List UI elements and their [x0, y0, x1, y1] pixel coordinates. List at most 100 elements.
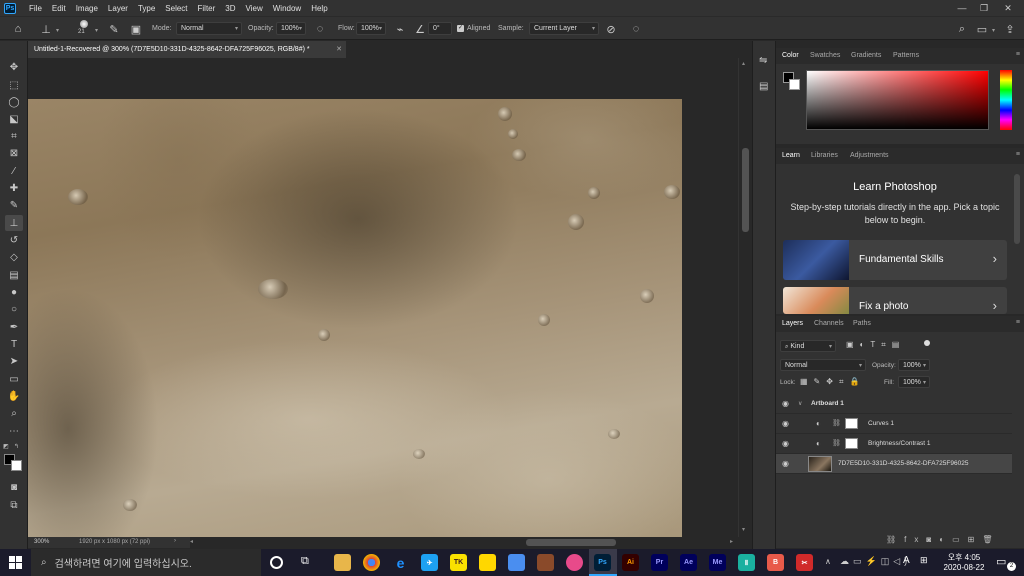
- photoshop-logo-icon[interactable]: Ps: [4, 2, 16, 14]
- app-icon[interactable]: ✂: [796, 554, 813, 571]
- share-icon[interactable]: ⇪: [1002, 21, 1018, 37]
- lasso-tool-icon[interactable]: ◯: [5, 94, 23, 110]
- windows-start-icon[interactable]: [9, 556, 22, 569]
- more-tools-icon[interactable]: ⋯: [5, 423, 23, 439]
- aligned-checkbox[interactable]: ✓: [457, 25, 464, 32]
- home-icon[interactable]: ⌂: [10, 21, 26, 37]
- after-effects-app-icon[interactable]: Ae: [680, 554, 697, 571]
- chrome-icon[interactable]: [363, 554, 380, 571]
- pen-tool-icon[interactable]: ✒: [5, 319, 23, 335]
- healing-brush-tool-icon[interactable]: ✚: [5, 180, 23, 196]
- pressure-size-icon[interactable]: ◌: [628, 21, 644, 37]
- clone-source-icon[interactable]: ▣: [128, 21, 144, 37]
- clone-source-panel-icon[interactable]: ⇋: [759, 55, 767, 66]
- kakaotalk-icon[interactable]: TK: [450, 554, 467, 571]
- sticky-notes-icon[interactable]: [479, 554, 496, 571]
- add-mask-icon[interactable]: ◙: [926, 535, 939, 544]
- tab-color[interactable]: Color: [782, 52, 799, 59]
- blur-tool-icon[interactable]: ●: [5, 284, 23, 300]
- close-icon[interactable]: ✕: [998, 0, 1018, 16]
- background-color-swatch[interactable]: [11, 460, 22, 471]
- tab-swatches[interactable]: Swatches: [810, 52, 840, 59]
- background-color-chip[interactable]: [789, 79, 800, 90]
- default-colors-icon[interactable]: ◩: [3, 443, 9, 450]
- workspace-icon[interactable]: ▭: [974, 21, 990, 37]
- layer-row-curves[interactable]: ◉ ◐ ⛓ Curves 1: [776, 414, 1012, 434]
- app-icon[interactable]: [537, 554, 554, 571]
- flow-field[interactable]: 100% ▾: [356, 22, 386, 35]
- pressure-opacity-icon[interactable]: ◌: [312, 21, 328, 37]
- tab-adjustments[interactable]: Adjustments: [850, 152, 889, 159]
- gradient-tool-icon[interactable]: ▤: [5, 267, 23, 283]
- menu-select[interactable]: Select: [160, 4, 192, 13]
- tab-layers[interactable]: Layers: [782, 320, 803, 327]
- scroll-right-icon[interactable]: ▸: [730, 538, 733, 545]
- menu-filter[interactable]: Filter: [193, 4, 221, 13]
- zoom-level[interactable]: 300%: [34, 539, 49, 545]
- app-icon[interactable]: Ⅱ: [738, 554, 755, 571]
- keyboard-icon[interactable]: ⊞: [920, 555, 928, 566]
- taskbar-search-box[interactable]: ⌕ 검색하려면 여기에 입력하십시오.: [31, 549, 261, 576]
- layer-row-image[interactable]: ◉ 7D7E5D10-331D-4325-8642-DFA725F96025: [776, 454, 1012, 474]
- layer-row-brightness-contrast[interactable]: ◉ ◐ ⛓ Brightness/Contrast 1: [776, 434, 1012, 454]
- task-view-icon[interactable]: ⧉: [301, 555, 309, 568]
- show-hidden-icons[interactable]: ∧: [825, 557, 831, 566]
- tab-paths[interactable]: Paths: [853, 320, 871, 327]
- airbrush-icon[interactable]: ⌁: [392, 21, 408, 37]
- link-layers-icon[interactable]: ⛓: [886, 535, 904, 544]
- vertical-scrollbar[interactable]: ▴ ▾: [738, 58, 752, 537]
- notification-icon[interactable]: ▭: [996, 555, 1006, 568]
- brush-size-picker[interactable]: 21: [76, 20, 92, 36]
- learn-card-fundamental-skills[interactable]: Fundamental Skills ›: [783, 240, 1007, 280]
- layer-mask-thumbnail[interactable]: [845, 418, 858, 429]
- moon-image[interactable]: [28, 99, 682, 537]
- hand-tool-icon[interactable]: ✋: [5, 388, 23, 404]
- delete-layer-icon[interactable]: 🗑: [982, 535, 1000, 544]
- panel-menu-icon[interactable]: ≡: [1016, 319, 1020, 326]
- layer-style-icon[interactable]: fx: [904, 535, 926, 544]
- visibility-eye-icon[interactable]: ◉: [782, 399, 789, 408]
- canvas-area[interactable]: [28, 58, 738, 537]
- ignore-adjustment-layers-icon[interactable]: ⊘: [603, 21, 619, 37]
- tab-gradients[interactable]: Gradients: [851, 52, 881, 59]
- edge-icon[interactable]: e: [392, 554, 409, 571]
- layer-opacity-field[interactable]: 100% ▾: [898, 359, 930, 371]
- horizontal-scroll-thumb[interactable]: [526, 539, 616, 546]
- brush-tool-icon[interactable]: ✎: [5, 197, 23, 213]
- quick-mask-icon[interactable]: ◙: [5, 479, 23, 495]
- new-group-icon[interactable]: ▭: [952, 535, 968, 544]
- learn-scroll-thumb[interactable]: [1014, 174, 1020, 244]
- screen-mode-icon[interactable]: ⧉: [5, 497, 23, 513]
- layer-filter-icons[interactable]: ▣◐T⌗▤: [846, 340, 905, 350]
- path-selection-tool-icon[interactable]: ➤: [5, 353, 23, 369]
- hue-slider[interactable]: [1000, 70, 1012, 130]
- swap-colors-icon[interactable]: ↰: [14, 443, 19, 450]
- opacity-field[interactable]: 100% ▾: [276, 22, 306, 35]
- tab-patterns[interactable]: Patterns: [893, 52, 919, 59]
- frame-tool-icon[interactable]: ⊠: [5, 145, 23, 161]
- search-icon[interactable]: ⌕: [954, 21, 970, 37]
- visibility-eye-icon[interactable]: ◉: [782, 419, 789, 428]
- brush-settings-icon[interactable]: ✎: [106, 21, 122, 37]
- illustrator-app-icon[interactable]: Ai: [622, 554, 639, 571]
- expand-arrow-icon[interactable]: ∨: [798, 400, 802, 407]
- scroll-left-icon[interactable]: ◂: [190, 538, 193, 545]
- menu-type[interactable]: Type: [133, 4, 160, 13]
- move-tool-icon[interactable]: ✥: [5, 59, 23, 75]
- app-icon[interactable]: [508, 554, 525, 571]
- menu-image[interactable]: Image: [71, 4, 103, 13]
- menu-file[interactable]: File: [24, 4, 47, 13]
- photoshop-app-icon[interactable]: Ps: [594, 554, 611, 571]
- mode-select[interactable]: Normal ▾: [176, 22, 242, 35]
- eraser-tool-icon[interactable]: ◇: [5, 249, 23, 265]
- clock-date[interactable]: 2020-08-22: [942, 563, 986, 572]
- ime-indicator[interactable]: A: [903, 555, 910, 566]
- menu-view[interactable]: View: [241, 4, 268, 13]
- media-encoder-app-icon[interactable]: Me: [709, 554, 726, 571]
- object-selection-tool-icon[interactable]: ⬕: [5, 111, 23, 127]
- restore-icon[interactable]: ❐: [974, 0, 994, 16]
- eyedropper-tool-icon[interactable]: ⁄: [5, 163, 23, 179]
- premiere-app-icon[interactable]: Pr: [651, 554, 668, 571]
- menu-edit[interactable]: Edit: [47, 4, 71, 13]
- minimize-icon[interactable]: —: [952, 0, 972, 16]
